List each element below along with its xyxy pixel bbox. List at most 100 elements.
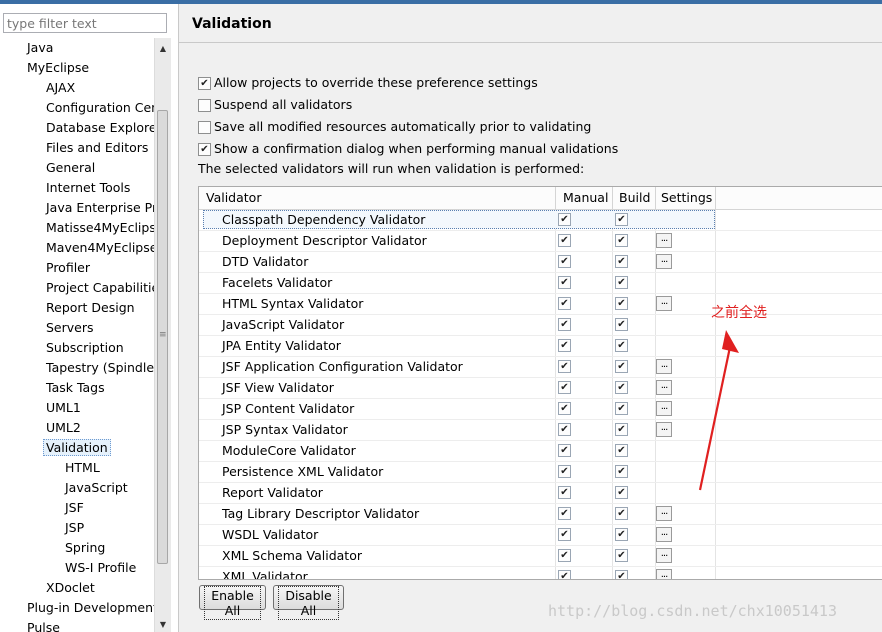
tree-item[interactable]: WS-I Profile — [65, 558, 136, 577]
settings-button[interactable]: ... — [656, 506, 672, 521]
manual-checkbox[interactable]: ✔ — [558, 549, 571, 562]
table-row[interactable]: JavaScript Validator ✔ ✔ — [199, 314, 882, 336]
tree-item[interactable]: Files and Editors — [46, 138, 148, 157]
table-row[interactable]: WSDL Validator ✔ ✔... — [199, 524, 882, 546]
table-row[interactable]: JSF Application Configuration Validator ✔… — [199, 356, 882, 378]
tree-item[interactable]: Task Tags — [46, 378, 105, 397]
build-checkbox[interactable]: ✔ — [615, 423, 628, 436]
tree-item[interactable]: Subscription — [46, 338, 124, 357]
disable-all-button[interactable]: Disable All — [273, 585, 344, 620]
tree-item[interactable]: Servers — [46, 318, 94, 337]
tree-item[interactable]: HTML — [65, 458, 100, 477]
manual-checkbox[interactable]: ✔ — [558, 570, 571, 579]
table-row[interactable]: JSP Content Validator ✔ ✔... — [199, 398, 882, 420]
settings-button[interactable]: ... — [656, 359, 672, 374]
build-checkbox[interactable]: ✔ — [615, 402, 628, 415]
scrollbar-thumb[interactable]: ≡ — [157, 110, 168, 564]
table-row[interactable]: Classpath Dependency Validator ✔ ✔ — [199, 209, 882, 231]
settings-button[interactable]: ... — [656, 527, 672, 542]
manual-checkbox[interactable]: ✔ — [558, 465, 571, 478]
tree-item[interactable]: MyEclipse — [27, 58, 89, 77]
settings-button[interactable]: ... — [656, 548, 672, 563]
build-checkbox[interactable]: ✔ — [615, 339, 628, 352]
table-row[interactable]: HTML Syntax Validator ✔ ✔... — [199, 293, 882, 315]
tree-scrollbar[interactable]: ▲ ≡ ▼ — [154, 38, 171, 632]
manual-checkbox[interactable]: ✔ — [558, 381, 571, 394]
tree-item[interactable]: JSF — [65, 498, 84, 517]
build-checkbox[interactable]: ✔ — [615, 549, 628, 562]
build-checkbox[interactable]: ✔ — [615, 381, 628, 394]
tree-item[interactable]: UML1 — [46, 398, 81, 417]
build-checkbox[interactable]: ✔ — [615, 255, 628, 268]
enable-all-button[interactable]: Enable All — [199, 585, 266, 620]
tree-item[interactable]: Java Enterprise Pr — [46, 198, 157, 217]
settings-button[interactable]: ... — [656, 296, 672, 311]
tree-item[interactable]: Matisse4MyEclipse — [46, 218, 164, 237]
table-row[interactable]: JSP Syntax Validator ✔ ✔... — [199, 419, 882, 441]
build-checkbox[interactable]: ✔ — [615, 444, 628, 457]
table-row[interactable]: JSF View Validator ✔ ✔... — [199, 377, 882, 399]
manual-checkbox[interactable]: ✔ — [558, 234, 571, 247]
manual-checkbox[interactable]: ✔ — [558, 528, 571, 541]
build-checkbox[interactable]: ✔ — [615, 318, 628, 331]
tree-item[interactable]: Maven4MyEclipse — [46, 238, 157, 257]
manual-checkbox[interactable]: ✔ — [558, 507, 571, 520]
tree-item[interactable]: General — [46, 158, 95, 177]
build-checkbox[interactable]: ✔ — [615, 528, 628, 541]
tree-item[interactable]: Tapestry (Spindle) — [46, 358, 159, 377]
scroll-up-arrow-icon[interactable]: ▲ — [155, 42, 171, 56]
manual-checkbox[interactable]: ✔ — [558, 423, 571, 436]
table-row[interactable]: Facelets Validator ✔ ✔ — [199, 272, 882, 294]
tree-item[interactable]: Project Capabilitie — [46, 278, 159, 297]
tree-item[interactable]: Pulse — [27, 618, 60, 632]
scroll-down-arrow-icon[interactable]: ▼ — [155, 618, 171, 632]
build-checkbox[interactable]: ✔ — [615, 297, 628, 310]
build-checkbox[interactable]: ✔ — [615, 276, 628, 289]
manual-checkbox[interactable]: ✔ — [558, 444, 571, 457]
settings-button[interactable]: ... — [656, 380, 672, 395]
column-header-validator[interactable]: Validator — [199, 187, 556, 209]
table-row[interactable]: Report Validator ✔ ✔ — [199, 482, 882, 504]
column-header-build[interactable]: Build — [613, 187, 656, 209]
tree-item[interactable]: Database Explorer — [46, 118, 162, 137]
settings-button[interactable]: ... — [656, 422, 672, 437]
manual-checkbox[interactable]: ✔ — [558, 486, 571, 499]
build-checkbox[interactable]: ✔ — [615, 486, 628, 499]
tree-item[interactable]: UML2 — [46, 418, 81, 437]
build-checkbox[interactable]: ✔ — [615, 360, 628, 373]
tree-item[interactable]: JavaScript — [65, 478, 128, 497]
tree-item[interactable]: Internet Tools — [46, 178, 130, 197]
option-checkbox[interactable]: ✔ — [198, 77, 211, 90]
manual-checkbox[interactable]: ✔ — [558, 213, 571, 226]
tree-item[interactable]: XDoclet — [46, 578, 95, 597]
manual-checkbox[interactable]: ✔ — [558, 276, 571, 289]
settings-button[interactable]: ... — [656, 233, 672, 248]
manual-checkbox[interactable]: ✔ — [558, 255, 571, 268]
manual-checkbox[interactable]: ✔ — [558, 297, 571, 310]
settings-button[interactable]: ... — [656, 254, 672, 269]
option-checkbox[interactable] — [198, 121, 211, 134]
manual-checkbox[interactable]: ✔ — [558, 402, 571, 415]
table-row[interactable]: JPA Entity Validator ✔ ✔ — [199, 335, 882, 357]
build-checkbox[interactable]: ✔ — [615, 570, 628, 579]
tree-item[interactable]: JSP — [65, 518, 84, 537]
tree-item[interactable]: Spring — [65, 538, 105, 557]
column-header-manual[interactable]: Manual — [556, 187, 613, 209]
tree-item[interactable]: Configuration Cen — [46, 98, 159, 117]
settings-button[interactable]: ... — [656, 569, 672, 579]
table-row[interactable]: XML Validator ✔ ✔... — [199, 566, 882, 579]
tree-item[interactable]: Plug-in Development — [27, 598, 158, 617]
manual-checkbox[interactable]: ✔ — [558, 318, 571, 331]
table-row[interactable]: Deployment Descriptor Validator ✔ ✔... — [199, 230, 882, 252]
option-checkbox[interactable]: ✔ — [198, 143, 211, 156]
table-row[interactable]: DTD Validator ✔ ✔... — [199, 251, 882, 273]
tree-item[interactable]: Profiler — [46, 258, 90, 277]
tree-item[interactable]: Report Design — [46, 298, 135, 317]
build-checkbox[interactable]: ✔ — [615, 213, 628, 226]
tree-item[interactable]: Validation — [43, 438, 111, 457]
table-row[interactable]: XML Schema Validator ✔ ✔... — [199, 545, 882, 567]
table-row[interactable]: Tag Library Descriptor Validator ✔ ✔... — [199, 503, 882, 525]
settings-button[interactable]: ... — [656, 401, 672, 416]
tree-item[interactable]: Java — [27, 38, 53, 57]
option-checkbox[interactable] — [198, 99, 211, 112]
